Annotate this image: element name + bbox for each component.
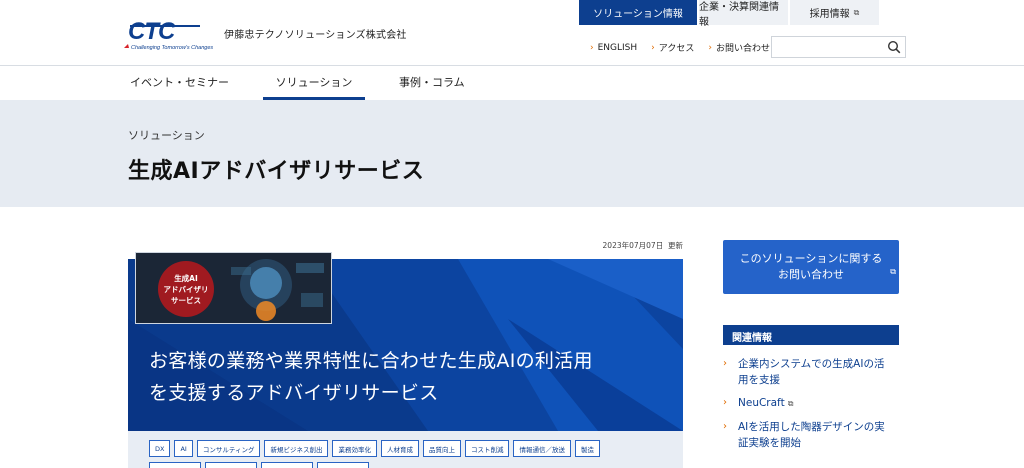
chevron-right-icon: ›: [723, 397, 727, 408]
top-tabs: ソリューション情報 企業・決算関連情報 採用情報 ⧉: [579, 0, 879, 28]
external-link-icon: ⧉: [890, 267, 896, 276]
related-info-heading: 関連情報: [723, 325, 899, 345]
tag[interactable]: コスト削減: [464, 440, 510, 457]
banner-thumbnail: 生成AI アドバイザリ サービス: [135, 252, 332, 324]
tab-label: ソリューション情報: [593, 9, 683, 20]
cta-label: このソリューションに関する: [739, 252, 883, 265]
tag[interactable]: DX: [149, 440, 171, 457]
breadcrumb[interactable]: ソリューション: [128, 127, 205, 143]
related-link-text: NeuCraft: [738, 397, 785, 409]
contact-cta-button[interactable]: このソリューションに関する お問い合わせ ⧉: [723, 240, 899, 294]
tag[interactable]: [261, 462, 313, 468]
page-hero: ソリューション 生成AIアドバイザリサービス: [0, 100, 1024, 207]
headline-line: を支援するアドバイザリサービス: [149, 382, 439, 404]
global-nav: イベント・セミナー ソリューション 事例・コラム: [0, 66, 1024, 100]
external-link-icon: ⧉: [853, 7, 860, 17]
external-link-icon: ⧉: [787, 399, 794, 408]
updated-label: 更新: [668, 241, 683, 250]
search-icon[interactable]: [887, 40, 901, 54]
tag[interactable]: コンサルティング: [196, 440, 261, 457]
related-link-text: 用を支援: [738, 374, 780, 386]
tag[interactable]: [317, 462, 369, 468]
nav-item-solutions[interactable]: ソリューション: [263, 66, 365, 100]
tag[interactable]: AI: [174, 440, 193, 457]
link-access[interactable]: › アクセス: [651, 41, 695, 55]
badge-line: サービス: [171, 295, 201, 305]
tab-label: 企業・決算関連情報: [699, 1, 779, 28]
badge-line: アドバイザリ: [163, 284, 209, 294]
tag[interactable]: 人材育成: [380, 440, 419, 457]
link-label: アクセス: [658, 44, 695, 54]
tag[interactable]: 品質向上: [422, 440, 461, 457]
related-link-text: AIを活用した陶器デザインの実: [738, 421, 885, 433]
utility-links: › ENGLISH › アクセス › お問い合わせ: [590, 41, 770, 55]
related-link[interactable]: › 企業内システムでの生成AIの活 用を支援: [723, 356, 899, 388]
tag[interactable]: 業務効率化: [332, 440, 377, 457]
tab-label: 採用情報: [809, 9, 850, 20]
related-link-text: 企業内システムでの生成AIの活: [738, 358, 885, 370]
updated-date: 2023年07月07日 更新: [600, 240, 683, 251]
related-info-list: › 企業内システムでの生成AIの活 用を支援 › NeuCraft ⧉ › AIを…: [723, 356, 899, 458]
svg-text:CTC: CTC: [128, 18, 176, 45]
related-link[interactable]: › NeuCraft ⧉: [723, 395, 899, 412]
link-label: お問い合わせ: [715, 44, 770, 54]
company-name: 伊藤忠テクノソリューションズ株式会社: [224, 30, 407, 41]
tag[interactable]: [205, 462, 257, 468]
related-link[interactable]: › AIを活用した陶器デザインの実 証実験を開始: [723, 419, 899, 451]
chevron-right-icon: ›: [723, 421, 727, 432]
headline-line: お客様の業務や業界特性に合わせた生成AIの利活用: [149, 350, 593, 372]
tag[interactable]: [149, 462, 201, 468]
badge-line: 生成AI: [174, 273, 198, 283]
tab-recruit[interactable]: 採用情報 ⧉: [790, 0, 879, 25]
chevron-right-icon: ›: [590, 42, 594, 53]
tab-corporate-ir[interactable]: 企業・決算関連情報: [699, 0, 788, 28]
chevron-right-icon: ›: [708, 42, 712, 53]
banner-headline: お客様の業務や業界特性に合わせた生成AIの利活用 を支援するアドバイザリサービス: [149, 345, 669, 409]
tag-list: DX AI コンサルティング 新規ビジネス創出 業務効率化 人材育成 品質向上 …: [149, 440, 600, 457]
link-contact[interactable]: › お問い合わせ: [708, 41, 770, 55]
link-label: ENGLISH: [597, 42, 638, 53]
thumbnail-badge: 生成AI アドバイザリ サービス: [158, 261, 214, 317]
nav-item-cases[interactable]: 事例・コラム: [399, 74, 465, 90]
link-english[interactable]: › ENGLISH: [590, 41, 637, 54]
related-link-text: 証実験を開始: [738, 437, 801, 449]
tab-solutions[interactable]: ソリューション情報: [579, 0, 697, 25]
chevron-right-icon: ›: [651, 42, 655, 53]
nav-item-events[interactable]: イベント・セミナー: [130, 74, 229, 90]
chevron-right-icon: ›: [723, 358, 727, 369]
updated-date-value: 2023年07月07日: [602, 241, 664, 250]
tag[interactable]: 情報通信／放送: [513, 440, 571, 457]
page-title: 生成AIアドバイザリサービス: [128, 159, 425, 184]
tag-list-row2: [149, 462, 369, 468]
tag[interactable]: 新規ビジネス創出: [264, 440, 329, 457]
cta-label: お問い合わせ: [778, 268, 844, 281]
tag[interactable]: 製造: [574, 440, 600, 457]
search-input[interactable]: [771, 36, 906, 58]
ctc-logo[interactable]: CTC Challenging Tomorrow's Changes: [122, 17, 222, 53]
logo-tagline: Challenging Tomorrow's Changes: [131, 45, 213, 51]
